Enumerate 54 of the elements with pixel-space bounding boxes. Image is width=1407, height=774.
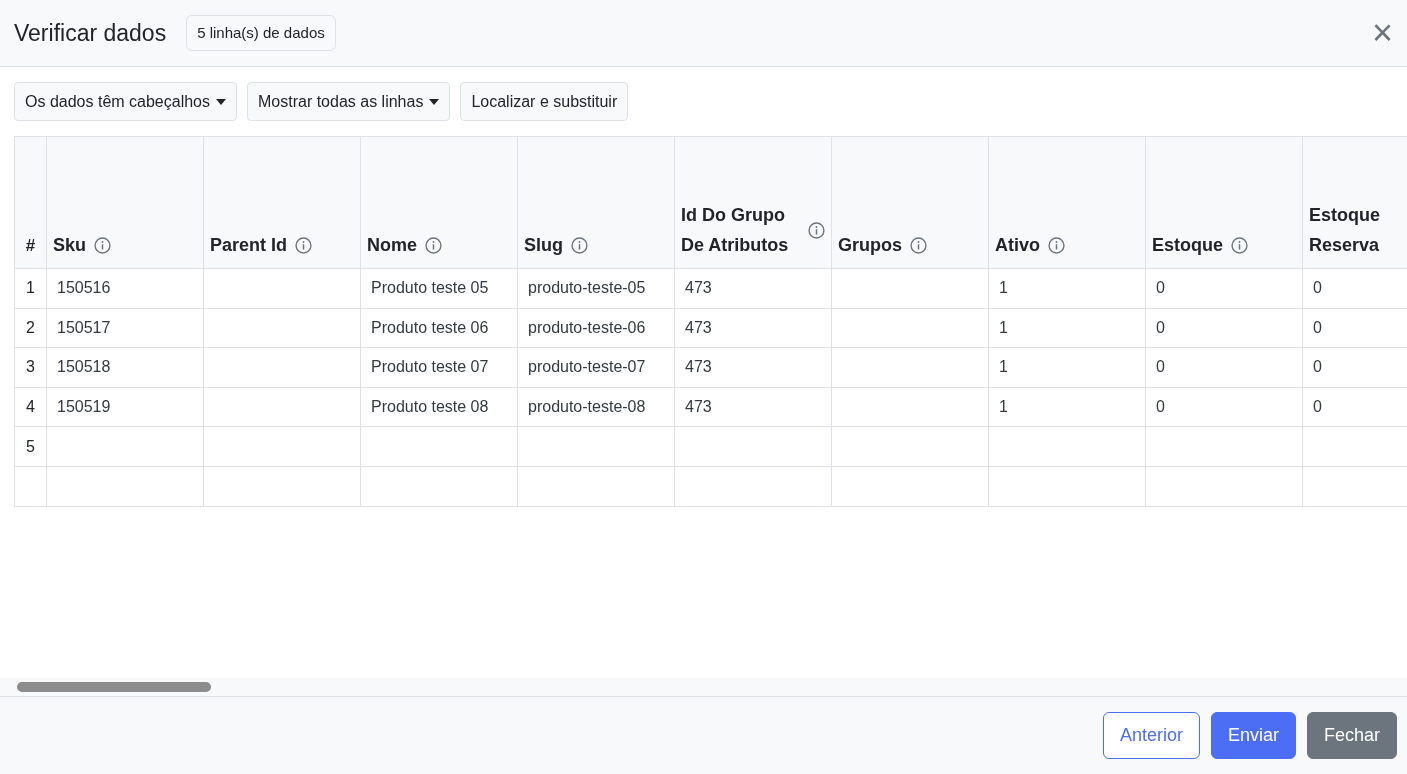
footer-button[interactable]: Enviar (1210, 712, 1296, 759)
table-cell: 1 (999, 318, 1008, 336)
table-cell: 1 (999, 398, 1008, 416)
row-number: 4 (26, 398, 35, 416)
table-cell: Produto teste 07 (371, 358, 489, 376)
table-cell: 0 (1313, 398, 1322, 416)
table-cell: 0 (1313, 318, 1322, 336)
table-cell: Produto teste 08 (371, 398, 489, 416)
table-cell: 150519 (57, 398, 111, 416)
dialog-title: Verificar dados (14, 18, 167, 48)
row-number: 1 (26, 279, 35, 297)
row-number: 3 (26, 358, 35, 376)
table-cell: 473 (685, 279, 712, 297)
table-cell: 0 (1156, 318, 1165, 336)
table-cell: 473 (685, 358, 712, 376)
table-cell: 0 (1156, 358, 1165, 376)
toolbar-button[interactable]: Localizar e substituir (460, 82, 629, 121)
row-count-badge: 5 linha(s) de dados (186, 14, 336, 52)
table-cell: Produto teste 06 (371, 318, 489, 336)
scrollbar-thumb[interactable] (17, 682, 211, 692)
table-cell: produto-teste-05 (528, 279, 646, 297)
column-header: Nome (367, 234, 417, 257)
column-header: Estoque Reserva (1309, 204, 1381, 257)
horizontal-scrollbar[interactable] (0, 678, 1407, 696)
column-header: Slug (524, 234, 563, 257)
table-cell: 0 (1313, 358, 1322, 376)
column-header: Grupos (838, 234, 902, 257)
column-header: Id Do Grupo De Atributos (681, 204, 790, 257)
table-cell: Produto teste 05 (371, 279, 489, 297)
table-cell: 150518 (57, 358, 111, 376)
toolbar-button[interactable]: Os dados têm cabeçalhos (14, 82, 237, 121)
table-cell: 1 (999, 279, 1008, 297)
table-cell: produto-teste-07 (528, 358, 646, 376)
footer-button[interactable]: Fechar (1306, 712, 1397, 759)
table-cell: produto-teste-06 (528, 318, 646, 336)
close-button[interactable]: × (1367, 15, 1397, 51)
footer-button[interactable]: Anterior (1102, 712, 1200, 759)
column-header: Ativo (995, 234, 1040, 257)
row-number: 5 (26, 437, 35, 455)
table-cell: 473 (685, 318, 712, 336)
column-header: Parent Id (210, 234, 288, 257)
table-cell: 0 (1156, 279, 1165, 297)
column-header: Sku (53, 234, 86, 257)
column-header: # (14, 136, 47, 269)
table-cell: produto-teste-08 (528, 398, 646, 416)
row-number: 2 (26, 318, 35, 336)
table-cell: 150517 (57, 318, 111, 336)
column-header: Estoque (1152, 234, 1223, 257)
table-cell: 0 (1156, 398, 1165, 416)
table-cell: 1 (999, 358, 1008, 376)
toolbar-button[interactable]: Mostrar todas as linhas (247, 82, 451, 121)
table-cell: 0 (1313, 279, 1322, 297)
table-cell: 473 (685, 398, 712, 416)
table-cell: 150516 (57, 279, 111, 297)
